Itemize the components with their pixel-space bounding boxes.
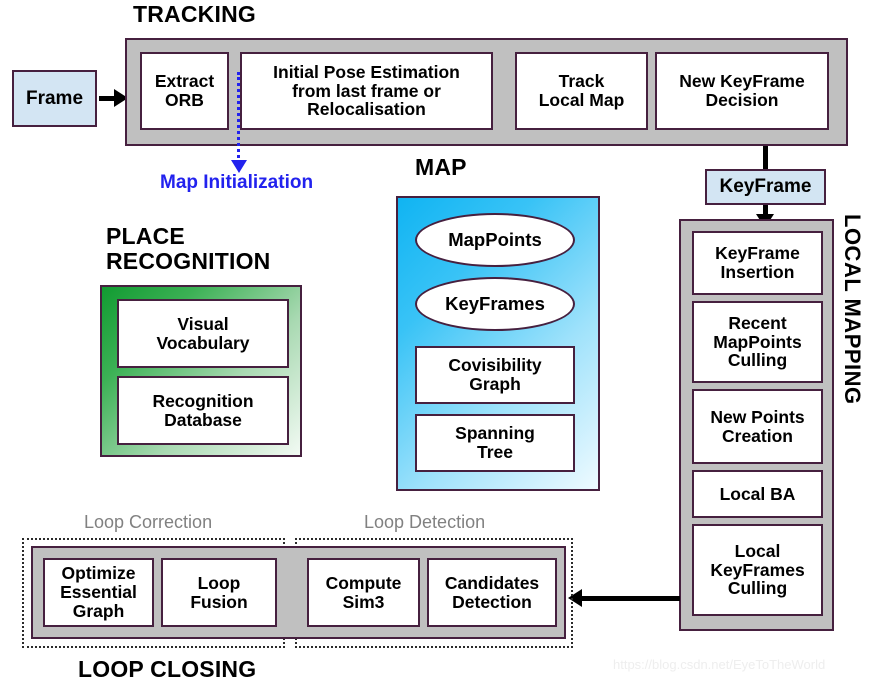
module-local-keyframes-culling[interactable]: Local KeyFrames Culling	[692, 524, 823, 616]
module-track-local-map[interactable]: Track Local Map	[515, 52, 648, 130]
tracking-title: TRACKING	[133, 1, 256, 27]
keyframe-data-label: KeyFrame	[719, 176, 812, 197]
loop-closing-title: LOOP CLOSING	[78, 656, 257, 682]
watermark: https://blog.csdn.net/EyeToTheWorld	[613, 657, 826, 672]
keyframe-data-box: KeyFrame	[705, 169, 826, 205]
module-local-keyframes-culling-label: Local KeyFrames Culling	[710, 540, 805, 599]
module-recent-mappoints-culling[interactable]: Recent MapPoints Culling	[692, 301, 823, 383]
map-entity-spanning-tree-label: Spanning Tree	[455, 423, 535, 462]
place-recognition-title: PLACE RECOGNITION	[106, 223, 271, 274]
map-entity-keyframes-label: KeyFrames	[445, 293, 545, 314]
module-new-points-creation-label: New Points Creation	[710, 406, 805, 446]
module-new-points-creation[interactable]: New Points Creation	[692, 389, 823, 464]
module-keyframe-insertion-label: KeyFrame Insertion	[715, 243, 800, 282]
map-title: MAP	[415, 154, 467, 180]
module-loop-fusion-label: Loop Fusion	[190, 572, 248, 612]
module-candidates-detection[interactable]: Candidates Detection	[427, 558, 557, 627]
map-entity-covisibility-graph-label: Covisibility Graph	[448, 355, 542, 394]
module-recognition-database-label: Recognition Database	[152, 390, 254, 430]
map-entity-covisibility-graph[interactable]: Covisibility Graph	[415, 346, 575, 404]
module-initial-pose-estimation[interactable]: Initial Pose Estimation from last frame …	[240, 52, 493, 130]
module-candidates-detection-label: Candidates Detection	[444, 572, 540, 612]
module-visual-vocabulary[interactable]: Visual Vocabulary	[117, 299, 289, 368]
module-recognition-database[interactable]: Recognition Database	[117, 376, 289, 445]
place-recognition-container: Visual Vocabulary Recognition Database	[100, 285, 302, 457]
module-optimize-essential-graph[interactable]: Optimize Essential Graph	[43, 558, 154, 627]
module-track-local-map-label: Track Local Map	[538, 71, 625, 110]
map-entity-mappoints[interactable]: MapPoints	[415, 213, 575, 267]
loop-detection-sublabel: Loop Detection	[364, 512, 486, 532]
map-entity-spanning-tree[interactable]: Spanning Tree	[415, 414, 575, 472]
map-entity-mappoints-label: MapPoints	[448, 229, 542, 250]
loop-closing-container: Optimize Essential Graph Loop Fusion Com…	[31, 546, 566, 639]
module-compute-sim3-label: Compute Sim3	[325, 572, 402, 612]
frame-input-box: Frame	[12, 70, 97, 127]
module-compute-sim3[interactable]: Compute Sim3	[307, 558, 420, 627]
module-optimize-essential-graph-label: Optimize Essential Graph	[60, 563, 137, 621]
map-entity-keyframes[interactable]: KeyFrames	[415, 277, 575, 331]
tracking-container: Extract ORB Initial Pose Estimation from…	[125, 38, 848, 146]
local-mapping-container: KeyFrame Insertion Recent MapPoints Cull…	[679, 219, 834, 631]
module-recent-mappoints-culling-label: Recent MapPoints Culling	[713, 312, 802, 371]
module-loop-fusion[interactable]: Loop Fusion	[161, 558, 277, 627]
module-initial-pose-estimation-label: Initial Pose Estimation from last frame …	[273, 61, 460, 120]
map-initialization-label: Map Initialization	[160, 172, 314, 193]
local-mapping-title: LOCAL MAPPING	[840, 214, 865, 405]
map-container: MapPoints KeyFrames Covisibility Graph S…	[396, 196, 600, 491]
module-extract-orb[interactable]: Extract ORB	[140, 52, 229, 130]
module-local-ba[interactable]: Local BA	[692, 470, 823, 518]
module-local-ba-label: Local BA	[719, 483, 796, 504]
loop-correction-sublabel: Loop Correction	[84, 512, 213, 532]
module-new-keyframe-decision[interactable]: New KeyFrame Decision	[655, 52, 829, 130]
module-keyframe-insertion[interactable]: KeyFrame Insertion	[692, 231, 823, 295]
module-visual-vocabulary-label: Visual Vocabulary	[156, 313, 250, 353]
frame-input-label: Frame	[25, 87, 84, 109]
module-extract-orb-label: Extract ORB	[154, 71, 215, 110]
module-new-keyframe-decision-label: New KeyFrame Decision	[679, 71, 805, 110]
